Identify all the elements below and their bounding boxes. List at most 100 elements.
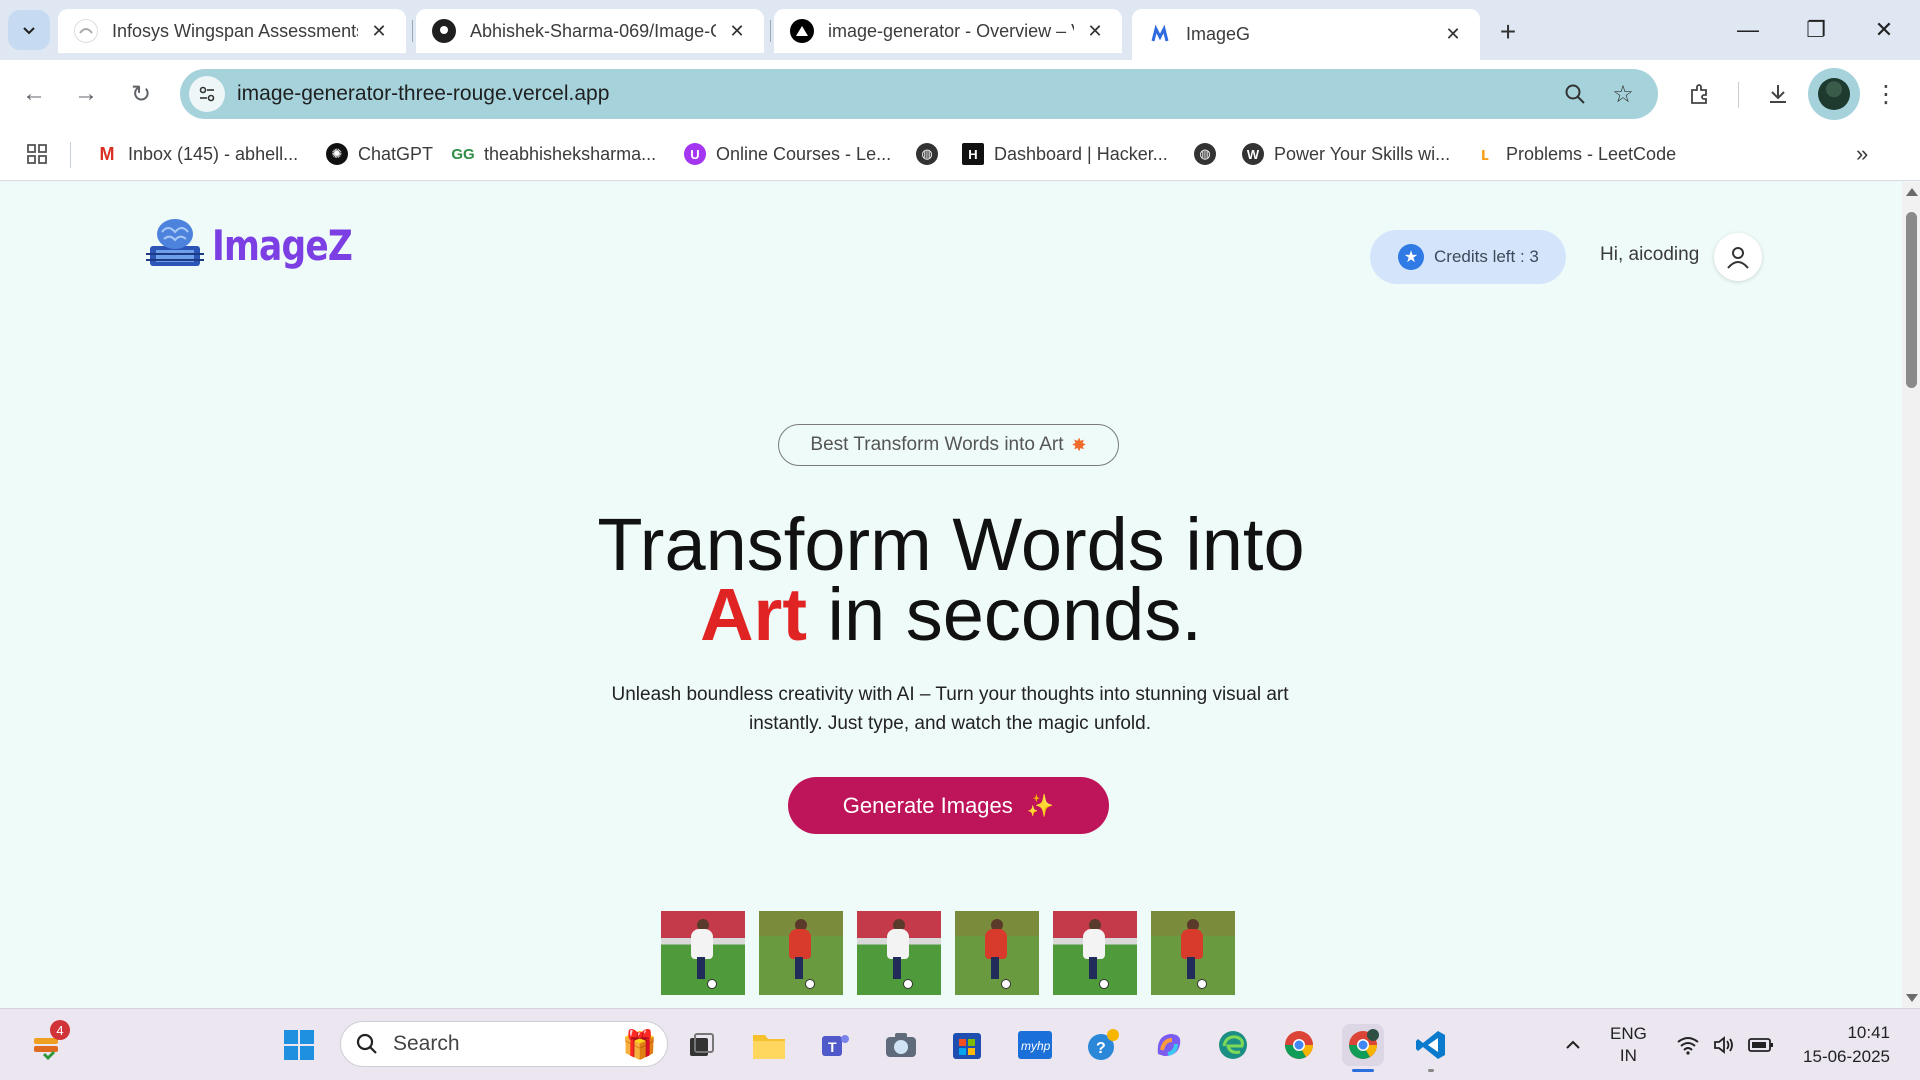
scroll-up-arrow-icon[interactable]	[1906, 188, 1918, 196]
widgets-button[interactable]: 4	[26, 1020, 70, 1066]
sample-image[interactable]	[661, 911, 745, 995]
sample-image[interactable]	[759, 911, 843, 995]
camera-button[interactable]	[880, 1024, 922, 1066]
start-button[interactable]	[278, 1024, 320, 1066]
sample-image[interactable]	[1053, 911, 1137, 995]
page-scrollbar[interactable]	[1902, 182, 1920, 1008]
bookmark-hackerrank[interactable]: H Dashboard | Hacker...	[962, 140, 1168, 168]
copilot-icon	[1157, 1034, 1181, 1056]
bookmark-globe-1[interactable]: ◍	[916, 140, 948, 168]
system-tray[interactable]	[1676, 1009, 1774, 1080]
sample-image[interactable]	[857, 911, 941, 995]
browser-toolbar: ← → ↻ image-generator-three-rouge.vercel…	[0, 60, 1920, 128]
battery-icon	[1748, 1038, 1773, 1052]
site-logo[interactable]: ImageZ	[142, 212, 383, 278]
generate-images-button[interactable]: Generate Images ✨	[788, 777, 1109, 834]
edge-icon	[1219, 1031, 1247, 1059]
folder-icon	[753, 1035, 785, 1059]
scroll-down-arrow-icon[interactable]	[1906, 994, 1918, 1002]
close-icon[interactable]: ✕	[1442, 24, 1464, 46]
chrome-button[interactable]	[1278, 1024, 1320, 1066]
menu-icon[interactable]: ⋮	[1866, 74, 1906, 114]
downloads-icon[interactable]	[1758, 74, 1798, 114]
reload-button[interactable]: ↻	[121, 74, 161, 114]
bookmark-label: Power Your Skills wi...	[1274, 143, 1451, 164]
edge-button[interactable]	[1212, 1024, 1254, 1066]
bookmark-label: Dashboard | Hacker...	[994, 143, 1168, 164]
bookmark-star-icon[interactable]: ☆	[1607, 78, 1639, 110]
bookmark-label: theabhisheksharma...	[484, 143, 657, 164]
bookmarks-bar: M Inbox (145) - abhell... ✺ ChatGPT GG t…	[0, 128, 1920, 181]
store-button[interactable]	[946, 1024, 988, 1066]
brain-chip-logo-icon	[146, 219, 204, 266]
teams-button[interactable]: T	[814, 1024, 856, 1066]
taskbar-search[interactable]: Search 🎁	[340, 1021, 668, 1067]
bookmark-chatgpt[interactable]: ✺ ChatGPT	[326, 140, 433, 168]
close-window-button[interactable]: ✕	[1856, 10, 1912, 50]
show-hidden-icons-button[interactable]	[1564, 1009, 1582, 1080]
chrome-icon	[1349, 1029, 1379, 1059]
back-arrow-icon: ←	[22, 80, 46, 107]
hero-headline: Transform Words into Art in seconds.	[0, 508, 1902, 652]
wifi-icon	[1677, 1037, 1699, 1055]
bookmark-udemy[interactable]: U Online Courses - Le...	[684, 140, 891, 168]
myhp-icon: myhp	[1018, 1031, 1052, 1059]
bookmark-gmail[interactable]: M Inbox (145) - abhell...	[96, 140, 299, 168]
get-help-button[interactable]: ?	[1082, 1024, 1124, 1066]
tab-title: ImageG	[1186, 24, 1251, 44]
tab-imageg[interactable]: ImageG ✕	[1132, 9, 1480, 60]
more-bookmarks-button[interactable]: »	[1856, 140, 1868, 168]
bookmark-gfg[interactable]: GG theabhisheksharma...	[451, 140, 657, 168]
task-view-button[interactable]	[680, 1024, 722, 1066]
chrome-icon	[1285, 1031, 1313, 1059]
extensions-icon[interactable]	[1680, 74, 1720, 114]
vercel-icon	[790, 19, 814, 43]
back-button[interactable]: ←	[14, 74, 54, 114]
vscode-button[interactable]	[1410, 1024, 1452, 1072]
sample-image[interactable]	[1151, 911, 1235, 995]
scrollbar-thumb[interactable]	[1906, 212, 1917, 388]
chevron-down-icon	[23, 27, 35, 35]
zoom-icon[interactable]	[1559, 78, 1591, 110]
chrome-profile-button[interactable]	[1342, 1024, 1384, 1072]
minimize-button[interactable]: —	[1720, 10, 1776, 50]
myhp-button[interactable]: myhp	[1014, 1024, 1056, 1066]
headline-line-2-rest: in seconds.	[806, 573, 1202, 656]
cta-label: Generate Images	[842, 792, 1013, 818]
apps-button[interactable]	[26, 140, 48, 168]
svg-text:T: T	[828, 1039, 837, 1055]
restore-icon: ❐	[1806, 17, 1826, 42]
credits-button[interactable]: ★ Credits left : 3	[1370, 230, 1566, 284]
file-explorer-button[interactable]	[748, 1024, 790, 1066]
forward-button[interactable]: →	[66, 74, 106, 114]
bookmark-leetcode[interactable]: ʟ Problems - LeetCode	[1474, 140, 1676, 168]
close-icon[interactable]: ✕	[368, 20, 390, 42]
reload-icon: ↻	[130, 80, 152, 108]
close-icon[interactable]: ✕	[1084, 20, 1106, 42]
restore-button[interactable]: ❐	[1788, 10, 1844, 50]
bookmark-wordpress[interactable]: W Power Your Skills wi...	[1242, 140, 1450, 168]
tab-vercel[interactable]: image-generator - Overview – V ✕	[774, 9, 1122, 53]
tab-search-button[interactable]	[8, 10, 50, 50]
close-icon[interactable]: ✕	[726, 20, 748, 42]
tab-infosys[interactable]: Infosys Wingspan Assessments ✕	[58, 9, 406, 53]
bookmark-globe-2[interactable]: ◍	[1194, 140, 1226, 168]
tab-github[interactable]: Abhishek-Sharma-069/Image-G ✕	[416, 9, 764, 53]
site-settings-icon[interactable]	[189, 76, 225, 112]
teams-icon: T	[822, 1035, 849, 1056]
tab-strip: Infosys Wingspan Assessments ✕ Abhishek-…	[0, 0, 1920, 60]
wordpress-icon: W	[1242, 143, 1264, 165]
toolbar-divider	[1738, 82, 1739, 108]
tab-title: Abhishek-Sharma-069/Image-G	[470, 20, 716, 41]
address-bar[interactable]: image-generator-three-rouge.vercel.app ☆	[180, 69, 1658, 119]
language-indicator[interactable]: ENG IN	[1610, 1009, 1647, 1080]
taskbar-clock[interactable]: 10:41 15-06-2025	[1790, 1021, 1890, 1069]
user-profile-button[interactable]	[1714, 233, 1762, 281]
new-tab-button[interactable]: +	[1490, 14, 1526, 50]
sample-image[interactable]	[955, 911, 1039, 995]
clock-time: 10:41	[1847, 1023, 1890, 1042]
copilot-button[interactable]	[1148, 1024, 1190, 1066]
profile-avatar[interactable]	[1808, 68, 1860, 120]
url-text: image-generator-three-rouge.vercel.app	[237, 82, 610, 105]
user-greeting: Hi, aicoding	[1600, 244, 1700, 265]
